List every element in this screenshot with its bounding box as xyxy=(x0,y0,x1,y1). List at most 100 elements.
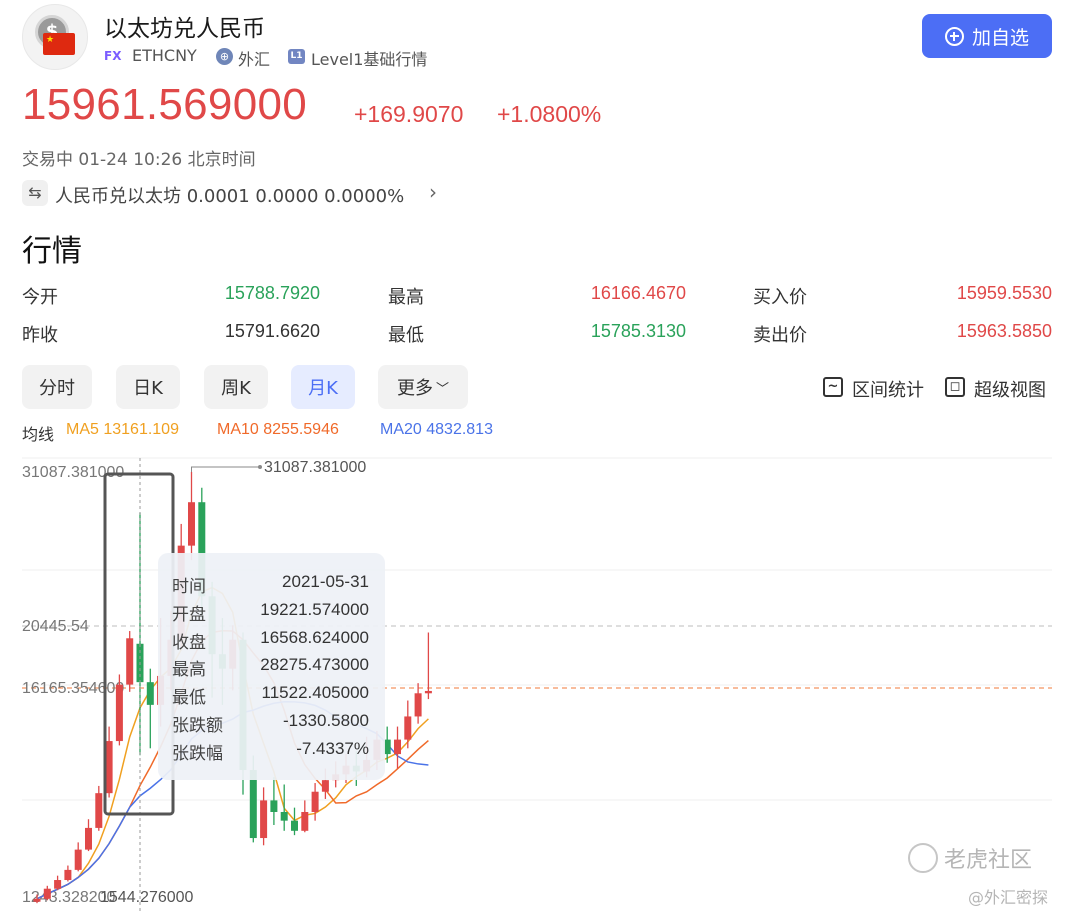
tooltip-pct-label: 张跌幅 xyxy=(172,744,223,764)
bid-label: 买入价 xyxy=(753,287,807,308)
add-watchlist-label: 加自选 xyxy=(971,26,1029,49)
tooltip-open: 19221.574000 xyxy=(260,600,369,619)
low-label: 最低 xyxy=(388,325,424,346)
instrument-title: 以太坊兑人民币 xyxy=(104,16,265,42)
candle-body xyxy=(188,502,195,546)
section-title: 行情 xyxy=(22,234,82,269)
tooltip-high: 28275.473000 xyxy=(260,655,369,674)
last-price: 15961.569000 xyxy=(22,80,308,129)
globe-icon: ⊕ xyxy=(216,48,233,65)
candle xyxy=(301,800,309,833)
watermark-author: @外汇密探 xyxy=(968,888,1049,907)
candle xyxy=(404,700,412,749)
ma20-value: MA20 4832.813 xyxy=(380,421,493,438)
prev-close-value: 15791.6620 xyxy=(224,321,320,341)
max-pointer-dot xyxy=(258,465,262,469)
candle xyxy=(74,842,82,872)
instrument-code: ETHCNY xyxy=(132,46,197,65)
tooltip-time: 2021-05-31 xyxy=(282,572,369,591)
candle-body xyxy=(280,811,288,821)
candle xyxy=(280,784,288,831)
prev-close-label: 昨收 xyxy=(22,325,58,346)
ma5-value: MA5 13161.109 xyxy=(66,421,179,438)
candle xyxy=(270,777,278,826)
candle xyxy=(105,726,113,798)
market-label: 外汇 xyxy=(238,50,271,69)
tab-monthly-k[interactable]: 月K xyxy=(291,365,355,409)
tooltip-change-label: 张跌额 xyxy=(172,716,223,736)
tab-intraday[interactable]: 分时 xyxy=(22,365,92,409)
watermark-text: 老虎社区 xyxy=(944,848,1033,873)
add-watchlist-button[interactable]: 加自选 xyxy=(922,14,1052,58)
candle xyxy=(85,819,92,852)
open-value: 15788.7920 xyxy=(224,283,320,303)
tab-daily-k[interactable]: 日K xyxy=(116,365,180,409)
candle xyxy=(394,726,401,769)
candle-body xyxy=(321,780,329,792)
candle xyxy=(95,785,103,831)
candle xyxy=(64,865,72,882)
candle-body xyxy=(43,888,51,899)
candle xyxy=(115,674,123,746)
level1-icon: L1 xyxy=(288,49,305,64)
tooltip-time-label: 时间 xyxy=(172,577,206,597)
tooltip-low-label: 最低 xyxy=(172,688,206,708)
candle-body xyxy=(260,800,268,839)
instrument-avatar: $ ★ xyxy=(22,4,88,70)
tooltip-pct: -7.4337% xyxy=(296,739,369,758)
candle-body xyxy=(249,770,257,839)
range-stats-button[interactable]: 区间统计 xyxy=(852,376,924,402)
candle-body xyxy=(394,739,401,755)
fullscreen-icon[interactable]: ◻ xyxy=(945,377,965,397)
price-change: +169.9070 xyxy=(354,101,464,127)
reverse-pair-link[interactable]: 人民币兑以太坊 0.0001 0.0000 0.0000% xyxy=(55,182,404,208)
candle-body xyxy=(85,827,92,850)
tooltip-close-label: 收盘 xyxy=(172,633,206,653)
candle-body xyxy=(404,716,412,740)
price-change-percent: +1.0800% xyxy=(497,101,602,127)
tooltip-close: 16568.624000 xyxy=(260,628,369,647)
tooltip-change: -1330.5800 xyxy=(282,711,369,730)
candle xyxy=(146,668,154,749)
tab-more[interactable]: 更多 ﹀ xyxy=(378,365,468,409)
candle-body xyxy=(33,898,41,902)
range-stats-icon[interactable]: ~ xyxy=(823,377,843,397)
ask-label: 卖出价 xyxy=(753,325,807,346)
min-price-label: 1544.276000 xyxy=(100,889,194,906)
china-flag-icon: ★ xyxy=(43,33,75,55)
y-axis-label: 20445.54 xyxy=(22,618,89,635)
super-view-button[interactable]: 超级视图 xyxy=(974,376,1046,402)
candle-body xyxy=(301,811,309,831)
plus-circle-icon xyxy=(944,26,964,46)
candle-tooltip: 时间 2021-05-31 开盘 19221.574000 收盘 16568.6240… xyxy=(158,553,385,780)
high-label: 最高 xyxy=(388,287,424,308)
candle-body xyxy=(64,869,72,881)
fx-tag: FX xyxy=(104,49,122,63)
candle-body xyxy=(54,880,62,889)
candle xyxy=(43,885,51,901)
level-label: Level1基础行情 xyxy=(311,50,428,69)
candle xyxy=(291,807,298,836)
candle-body xyxy=(115,684,123,742)
watermark: 老虎社区 xyxy=(908,842,1032,874)
candle-body xyxy=(311,791,319,812)
candle xyxy=(260,787,268,846)
candle xyxy=(54,875,62,891)
bid-value: 15959.5530 xyxy=(956,283,1052,303)
y-axis-label: 16165.354600 xyxy=(22,680,124,697)
tooltip-low: 11522.405000 xyxy=(261,683,369,702)
candle xyxy=(311,783,319,821)
chevron-right-icon[interactable]: › xyxy=(429,180,437,204)
candle-body xyxy=(424,690,432,694)
candle-body xyxy=(270,800,278,812)
candle xyxy=(424,632,432,700)
swap-icon[interactable]: ⇆ xyxy=(22,180,48,206)
open-label: 今开 xyxy=(22,287,58,308)
chevron-down-icon: ﹀ xyxy=(435,381,449,397)
tab-weekly-k[interactable]: 周K xyxy=(204,365,268,409)
candle-body xyxy=(95,793,103,828)
candle-body xyxy=(146,682,154,705)
candle-body xyxy=(291,820,298,831)
tab-more-label: 更多 xyxy=(396,378,433,399)
max-pointer xyxy=(191,466,260,472)
